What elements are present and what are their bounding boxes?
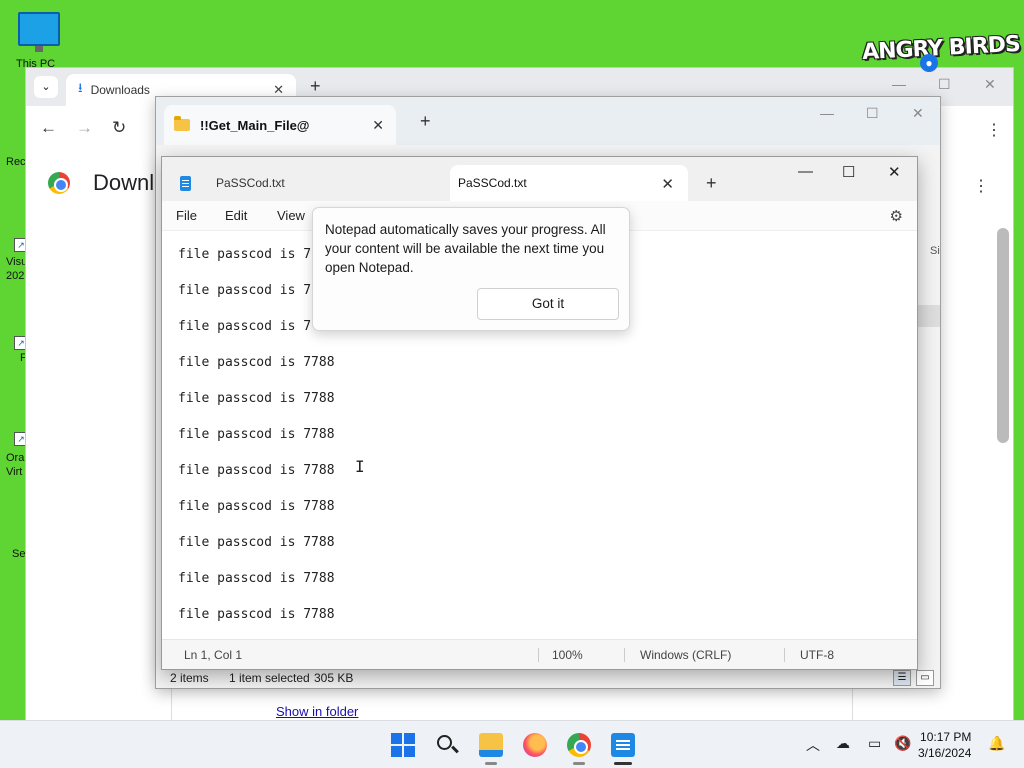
details-view-icon[interactable]: ☰ xyxy=(893,670,911,686)
text-line: file passcod is 7788 xyxy=(178,535,335,550)
close-icon[interactable]: ✕ xyxy=(372,117,384,134)
network-icon[interactable]: ▭ xyxy=(868,735,881,752)
file-explorer-icon[interactable] xyxy=(479,733,503,757)
explorer-tab-label: !!Get_Main_File@ xyxy=(200,117,310,133)
running-indicator xyxy=(485,762,497,765)
text-line: file passcod is 7788 xyxy=(178,427,335,442)
scrollbar-thumb[interactable] xyxy=(997,228,1009,443)
onedrive-icon[interactable]: ☁ xyxy=(836,735,850,752)
column-header-size[interactable]: Si xyxy=(930,245,940,257)
status-item-count: 2 items xyxy=(170,671,209,685)
explorer-tab[interactable]: !!Get_Main_File@ ✕ xyxy=(164,105,396,145)
close-button[interactable]: ✕ xyxy=(888,163,901,181)
autosave-teaching-tip: Notepad automatically saves your progres… xyxy=(312,207,630,331)
close-icon[interactable]: ✕ xyxy=(661,175,674,193)
chevron-up-icon[interactable]: ︿ xyxy=(806,735,820,755)
status-encoding: UTF-8 xyxy=(800,648,834,662)
close-button[interactable]: ✕ xyxy=(912,105,924,122)
got-it-button[interactable]: Got it xyxy=(477,288,619,320)
close-button[interactable]: ✕ xyxy=(984,76,996,93)
notepad-status-bar: Ln 1, Col 1 100% Windows (CRLF) UTF-8 xyxy=(162,639,917,669)
maximize-button[interactable]: ☐ xyxy=(866,105,879,122)
notepad-icon xyxy=(180,175,191,191)
firefox-icon[interactable] xyxy=(523,733,547,757)
minimize-button[interactable]: — xyxy=(820,105,834,121)
notepad-tab-label: PaSSCod.txt xyxy=(458,176,527,190)
taskbar-clock[interactable]: 10:17 PM 3/16/2024 xyxy=(918,729,971,761)
maximize-button[interactable]: ☐ xyxy=(842,163,855,181)
status-zoom[interactable]: 100% xyxy=(552,648,583,662)
explorer-tab-bar: !!Get_Main_File@ ✕ + — ☐ ✕ xyxy=(156,97,940,145)
desktop-label-se[interactable]: Se xyxy=(12,548,25,560)
gear-icon[interactable]: ⚙ xyxy=(890,207,903,225)
explorer-status-bar: 2 items 1 item selected 305 KB ☰ ▭ xyxy=(156,668,940,688)
running-indicator xyxy=(573,762,585,765)
autosave-message: Notepad automatically saves your progres… xyxy=(325,222,606,275)
volume-muted-icon[interactable]: 🔇 xyxy=(894,735,911,752)
new-tab-button[interactable]: + xyxy=(420,111,431,132)
clock-time: 10:17 PM xyxy=(920,730,972,744)
search-icon[interactable] xyxy=(435,733,459,757)
tiles-view-icon[interactable]: ▭ xyxy=(916,670,934,686)
status-size: 305 KB xyxy=(314,671,354,685)
desktop-label-oracle[interactable]: Ora xyxy=(6,452,24,464)
angry-birds-logo: ANGRY BIRDS xyxy=(861,31,1021,66)
text-line: file passcod is 7788 xyxy=(178,463,335,478)
maximize-button[interactable]: ☐ xyxy=(938,76,951,93)
taskbar: ︿ ☁ ▭ 🔇 10:17 PM 3/16/2024 🔔 xyxy=(0,720,1024,768)
notification-bell-icon[interactable]: 🔔 xyxy=(988,735,1005,752)
new-tab-button[interactable]: + xyxy=(706,173,717,194)
minimize-button[interactable]: — xyxy=(892,76,906,92)
notepad-tab-2-active[interactable]: PaSSCod.txt ✕ xyxy=(450,165,688,201)
forward-arrow-icon[interactable]: → xyxy=(76,118,93,138)
notepad-tab-label: PaSSCod.txt xyxy=(216,176,285,190)
folder-icon xyxy=(174,116,190,131)
download-icon: ⭳ xyxy=(78,80,83,95)
chevron-down-icon[interactable]: ⌄ xyxy=(34,76,58,98)
notepad-tab-1[interactable]: PaSSCod.txt xyxy=(168,165,448,201)
show-in-folder-link[interactable]: Show in folder xyxy=(276,704,358,719)
menu-file[interactable]: File xyxy=(176,208,197,223)
new-tab-button[interactable]: + xyxy=(310,76,321,97)
text-line: file passcod is 7788 xyxy=(178,355,335,370)
menu-view[interactable]: View xyxy=(277,208,305,223)
chrome-tab-label: Downloads xyxy=(90,83,150,97)
text-line: file passcod is 7788 xyxy=(178,391,335,406)
text-line: file passcod is 7788 xyxy=(178,499,335,514)
status-line-ending: Windows (CRLF) xyxy=(640,648,732,662)
active-indicator xyxy=(614,762,632,765)
chrome-logo-icon xyxy=(48,172,70,194)
text-line: file passcod is 7788 xyxy=(178,607,335,622)
status-position: Ln 1, Col 1 xyxy=(184,648,243,662)
selected-row-fragment[interactable] xyxy=(918,305,940,327)
status-selected: 1 item selected xyxy=(229,671,310,685)
desktop-label-virtualbox[interactable]: Virt xyxy=(6,466,22,478)
clock-date: 3/16/2024 xyxy=(918,746,972,760)
minimize-button[interactable]: — xyxy=(798,163,813,180)
notepad-icon[interactable] xyxy=(611,733,635,757)
back-arrow-icon[interactable]: ← xyxy=(40,118,57,138)
chrome-menu-icon[interactable]: ⋮ xyxy=(986,120,1002,140)
notepad-tab-bar: PaSSCod.txt PaSSCod.txt ✕ + — ☐ ✕ xyxy=(162,157,917,201)
text-cursor-icon: I xyxy=(355,457,365,476)
desktop-label-recycle[interactable]: Rec xyxy=(6,156,26,168)
text-line: file passcod is 7788 xyxy=(178,571,335,586)
menu-edit[interactable]: Edit xyxy=(225,208,247,223)
chrome-icon[interactable] xyxy=(567,733,591,757)
more-menu-icon[interactable]: ⋮ xyxy=(973,176,989,196)
monitor-icon xyxy=(18,12,60,46)
profile-avatar-icon[interactable]: ● xyxy=(920,54,938,72)
start-icon[interactable] xyxy=(391,733,415,757)
reload-icon[interactable]: ↻ xyxy=(112,118,126,138)
